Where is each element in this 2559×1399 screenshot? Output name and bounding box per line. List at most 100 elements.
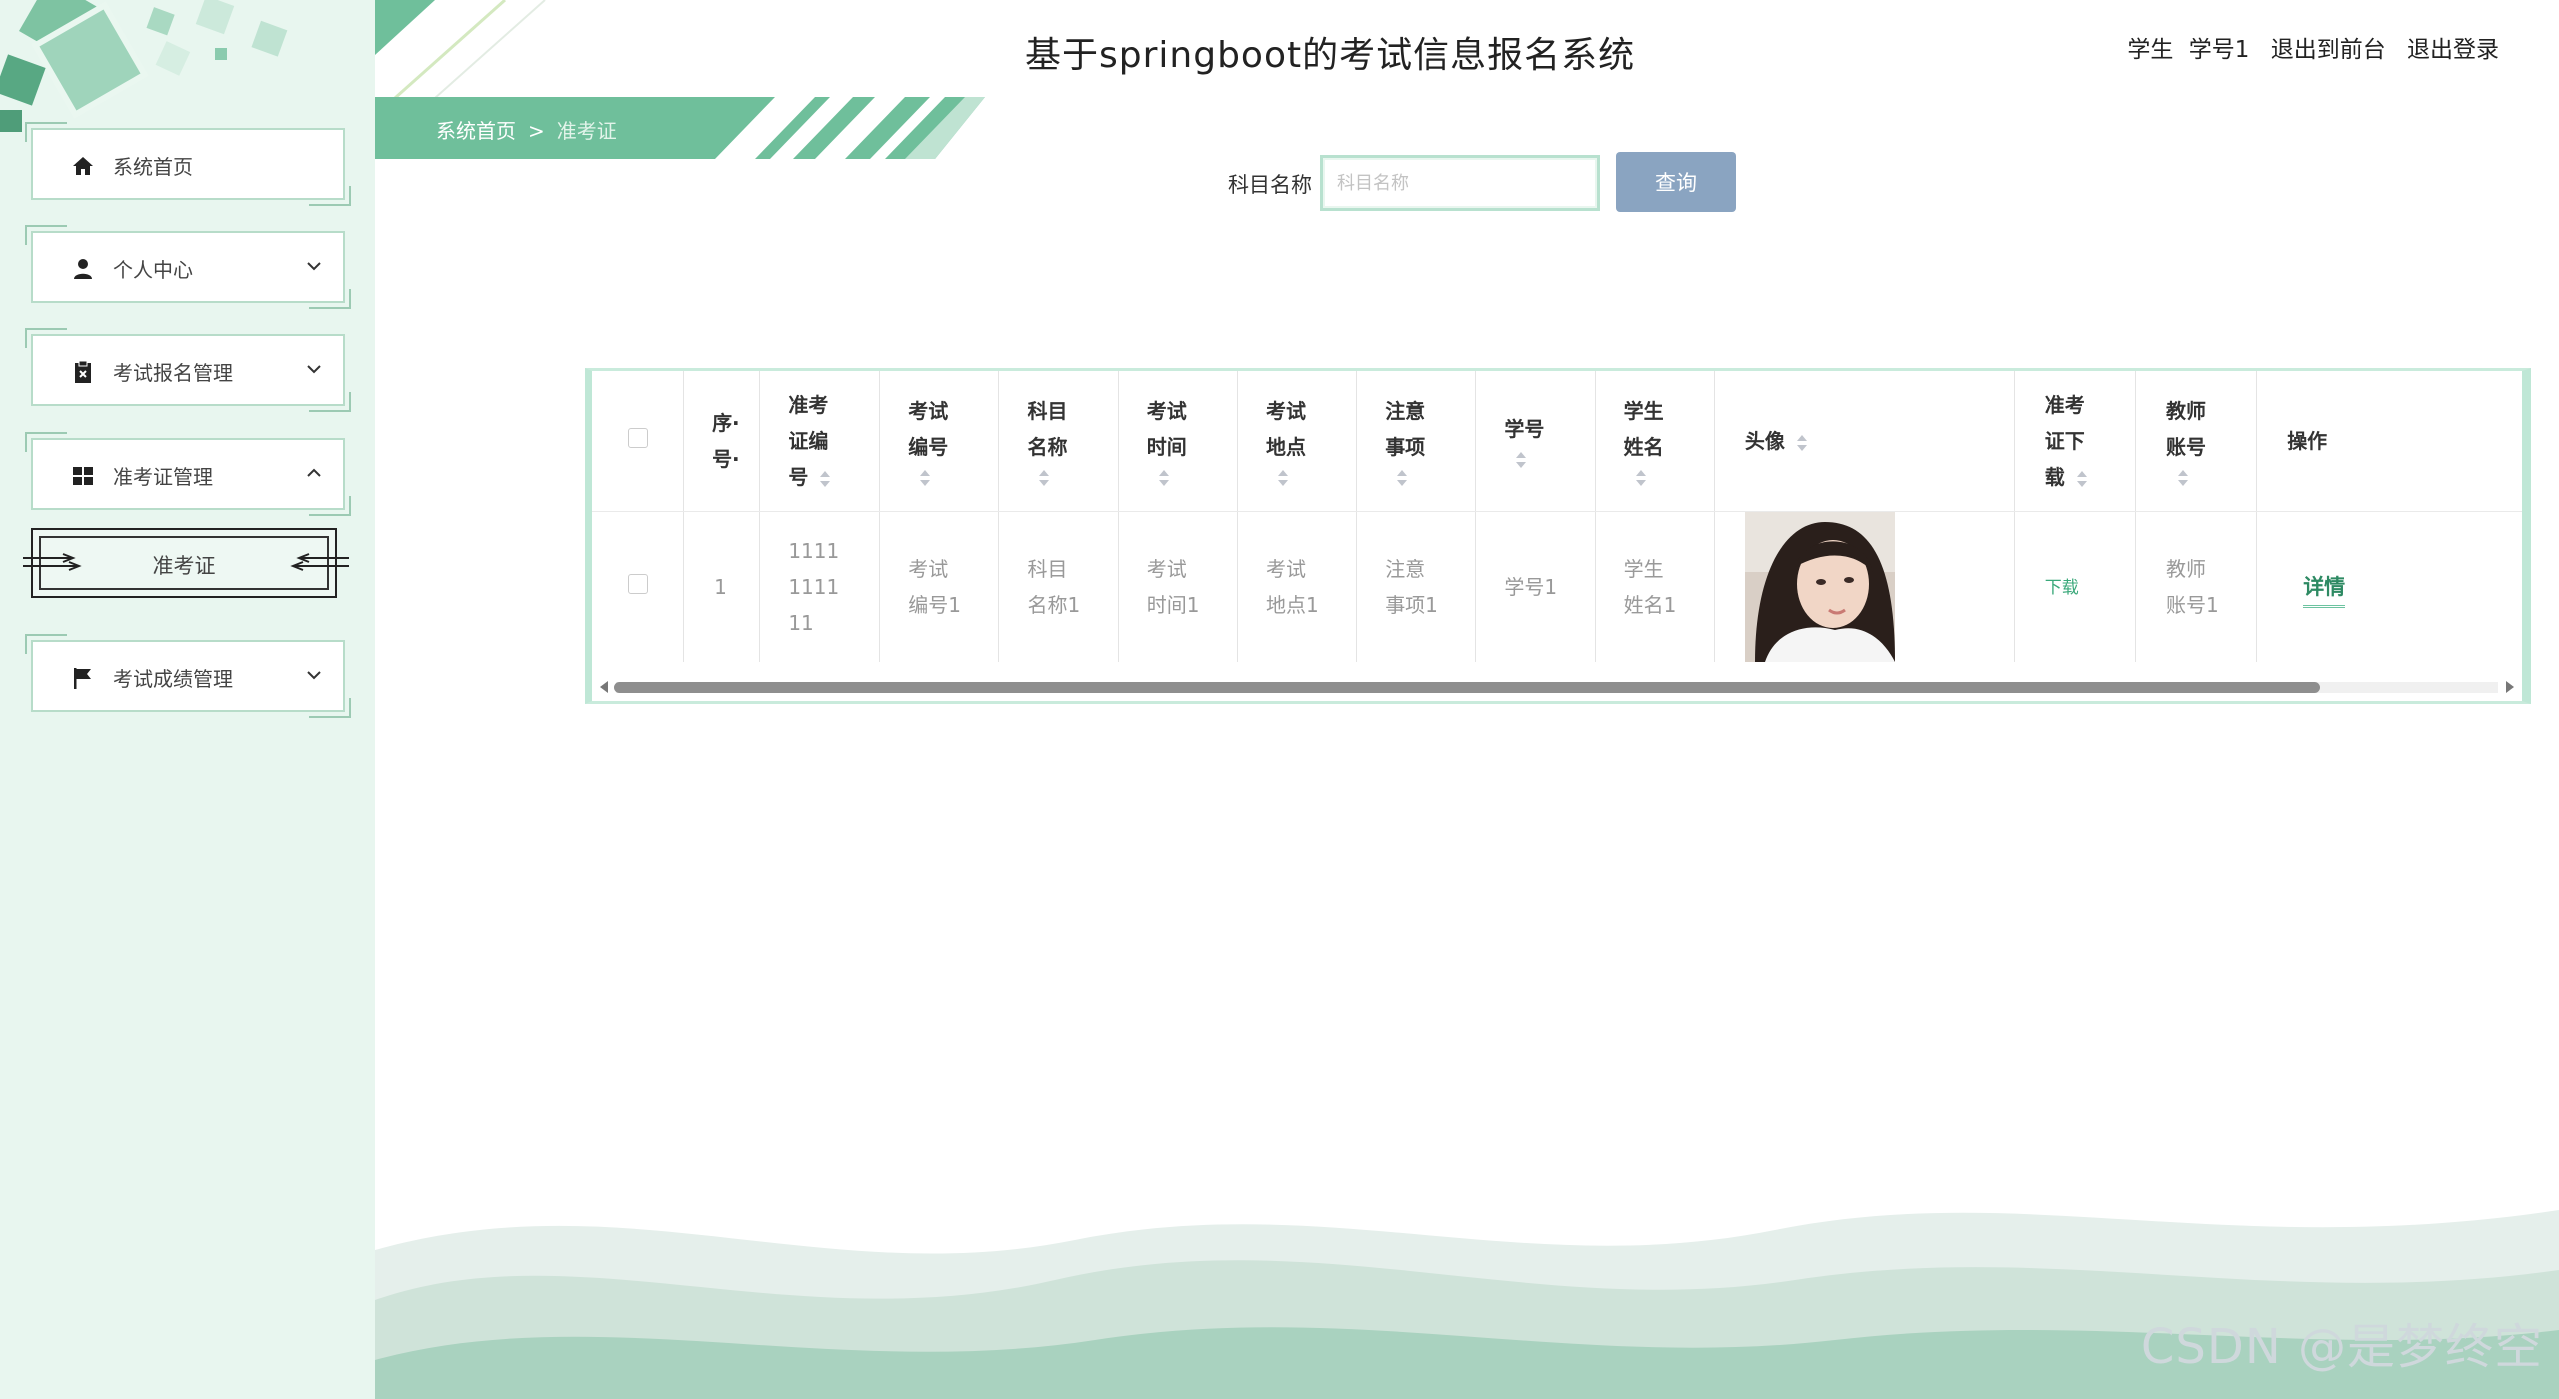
breadcrumb-home[interactable]: 系统首页 — [436, 119, 516, 143]
chevron-down-icon[interactable] — [305, 257, 323, 275]
col-actions: 操作 — [2256, 371, 2522, 512]
sort-icon[interactable] — [1037, 467, 1051, 489]
cell-text: 考试 — [1265, 557, 1306, 581]
sort-icon[interactable] — [1276, 467, 1290, 489]
header-text: 科目 — [1027, 399, 1068, 423]
sort-icon[interactable] — [1514, 449, 1528, 471]
cell-index: 1 — [683, 511, 761, 662]
chevron-down-icon[interactable] — [305, 360, 323, 378]
cell-text: 考试 — [1146, 557, 1187, 581]
sort-icon[interactable] — [1634, 467, 1648, 489]
header-text: 操作 — [2287, 429, 2328, 453]
header-text: 准考 — [788, 393, 829, 417]
grid-icon — [73, 467, 93, 485]
col-student-name[interactable]: 学生 姓名 — [1595, 371, 1715, 512]
header-text: 号· — [712, 447, 740, 471]
header-text: 证下 — [2044, 429, 2085, 453]
select-all-checkbox[interactable] — [628, 428, 648, 448]
subject-search-input[interactable] — [1320, 155, 1600, 211]
detail-button[interactable]: 详情 — [2303, 575, 2346, 608]
cell-text: 教师 — [2165, 557, 2206, 581]
cell-text: 地点1 — [1265, 593, 1319, 617]
cell-text: 11 — [788, 611, 814, 635]
cell-student-name: 学生 姓名1 — [1595, 511, 1715, 662]
sort-icon[interactable] — [1795, 432, 1809, 454]
sidebar-subitem-admission-ticket[interactable]: 准考证 — [23, 528, 349, 598]
col-student-no[interactable]: 学号 — [1475, 371, 1596, 512]
cell-exam-place: 考试 地点1 — [1237, 511, 1358, 662]
header-text: 考试 — [1265, 399, 1306, 423]
search-label: 科目名称 — [1228, 173, 1312, 197]
scroll-thumb[interactable] — [614, 682, 2320, 693]
cell-exam-time: 考试 时间1 — [1118, 511, 1238, 662]
breadcrumb-separator: > — [528, 119, 545, 143]
user-name: 学号1 — [2188, 37, 2250, 63]
header-text: 事项 — [1385, 435, 1426, 459]
cell-text: 科目 — [1027, 557, 1068, 581]
user-links: 学生 学号1 退出到前台 退出登录 — [2113, 30, 2499, 64]
cell-text: 考试 — [908, 557, 949, 581]
col-ticket-download[interactable]: 准考 证下 载 — [2014, 371, 2136, 512]
header-text: 证编 — [788, 429, 829, 453]
ticket-table: 序· 号· 准考 证编 号 考试 编号 科目 名称 考试 时间 考试 地点 注意… — [585, 368, 2531, 704]
cell-text: 编号1 — [908, 593, 961, 617]
table-row: 1 1111 1111 11 考试 编号1 科目 名称1 考试 时间1 考试 地… — [592, 511, 2522, 662]
cell-text: 学生 — [1623, 557, 1664, 581]
horizontal-scrollbar[interactable] — [600, 679, 2514, 695]
row-select-cell — [592, 511, 685, 662]
col-subject[interactable]: 科目 名称 — [998, 371, 1119, 512]
scroll-right-arrow[interactable] — [2506, 681, 2514, 693]
col-notes[interactable]: 注意 事项 — [1356, 371, 1477, 512]
cell-text: 注意 — [1385, 557, 1426, 581]
col-index: 序· 号· — [683, 371, 761, 512]
col-exam-no[interactable]: 考试 编号 — [879, 371, 1000, 512]
cell-ticket-no: 1111 1111 11 — [759, 511, 881, 662]
search-button[interactable]: 查询 — [1616, 152, 1736, 212]
cell-subject: 科目 名称1 — [998, 511, 1119, 662]
page-title: 基于springboot的考试信息报名系统 — [1025, 35, 1636, 76]
chevron-down-icon[interactable] — [305, 666, 323, 684]
col-exam-place[interactable]: 考试 地点 — [1237, 371, 1358, 512]
breadcrumb: 系统首页 > 准考证 — [436, 115, 617, 144]
download-link[interactable]: 下载 — [2045, 578, 2079, 598]
cell-text: 1 — [714, 575, 727, 599]
sidebar-item-exam-scores[interactable]: 考试成绩管理 — [25, 634, 351, 718]
cell-text: 事项1 — [1385, 593, 1438, 617]
header-text: 教师 — [2165, 399, 2206, 423]
sort-icon[interactable] — [1157, 467, 1171, 489]
home-icon — [73, 157, 93, 175]
col-ticket-no[interactable]: 准考 证编 号 — [759, 371, 881, 512]
header-text: 考试 — [908, 399, 949, 423]
user-role: 学生 — [2127, 37, 2174, 63]
sidebar-item-personal-center[interactable]: 个人中心 — [25, 225, 351, 309]
breadcrumb-current: 准考证 — [556, 119, 617, 143]
header-text: 账号 — [2165, 435, 2206, 459]
col-exam-time[interactable]: 考试 时间 — [1118, 371, 1238, 512]
header-text: 载 — [2044, 465, 2065, 489]
col-avatar[interactable]: 头像 — [1714, 371, 2015, 512]
to-frontend-link[interactable]: 退出到前台 — [2271, 37, 2386, 63]
watermark: CSDN @是梦终空 — [2140, 1319, 2543, 1375]
row-checkbox[interactable] — [628, 574, 648, 594]
cell-text: 时间1 — [1146, 593, 1200, 617]
avatar-photo[interactable] — [1744, 512, 1895, 662]
cell-text: 学号1 — [1504, 575, 1558, 599]
sort-icon[interactable] — [1395, 467, 1409, 489]
sidebar-item-admission-ticket[interactable]: 准考证管理 — [25, 432, 351, 516]
sidebar-item-home[interactable]: 系统首页 — [25, 122, 351, 206]
col-teacher-account[interactable]: 教师 账号 — [2135, 371, 2258, 512]
select-all-cell — [592, 371, 685, 512]
scroll-left-arrow[interactable] — [600, 681, 608, 693]
table: 序· 号· 准考 证编 号 考试 编号 科目 名称 考试 时间 考试 地点 注意… — [592, 371, 2522, 662]
sort-icon[interactable] — [2176, 467, 2190, 489]
flag-icon — [74, 668, 91, 689]
sort-icon[interactable] — [918, 467, 932, 489]
sort-icon[interactable] — [2075, 468, 2089, 490]
sidebar-item-exam-registration[interactable]: 考试报名管理 — [25, 328, 351, 412]
cell-text: 1111 — [788, 575, 840, 599]
chevron-up-icon[interactable] — [305, 464, 323, 482]
logout-link[interactable]: 退出登录 — [2407, 37, 2499, 63]
sort-icon[interactable] — [818, 468, 832, 490]
header-text: 考试 — [1146, 399, 1187, 423]
header-text: 号 — [788, 465, 809, 489]
